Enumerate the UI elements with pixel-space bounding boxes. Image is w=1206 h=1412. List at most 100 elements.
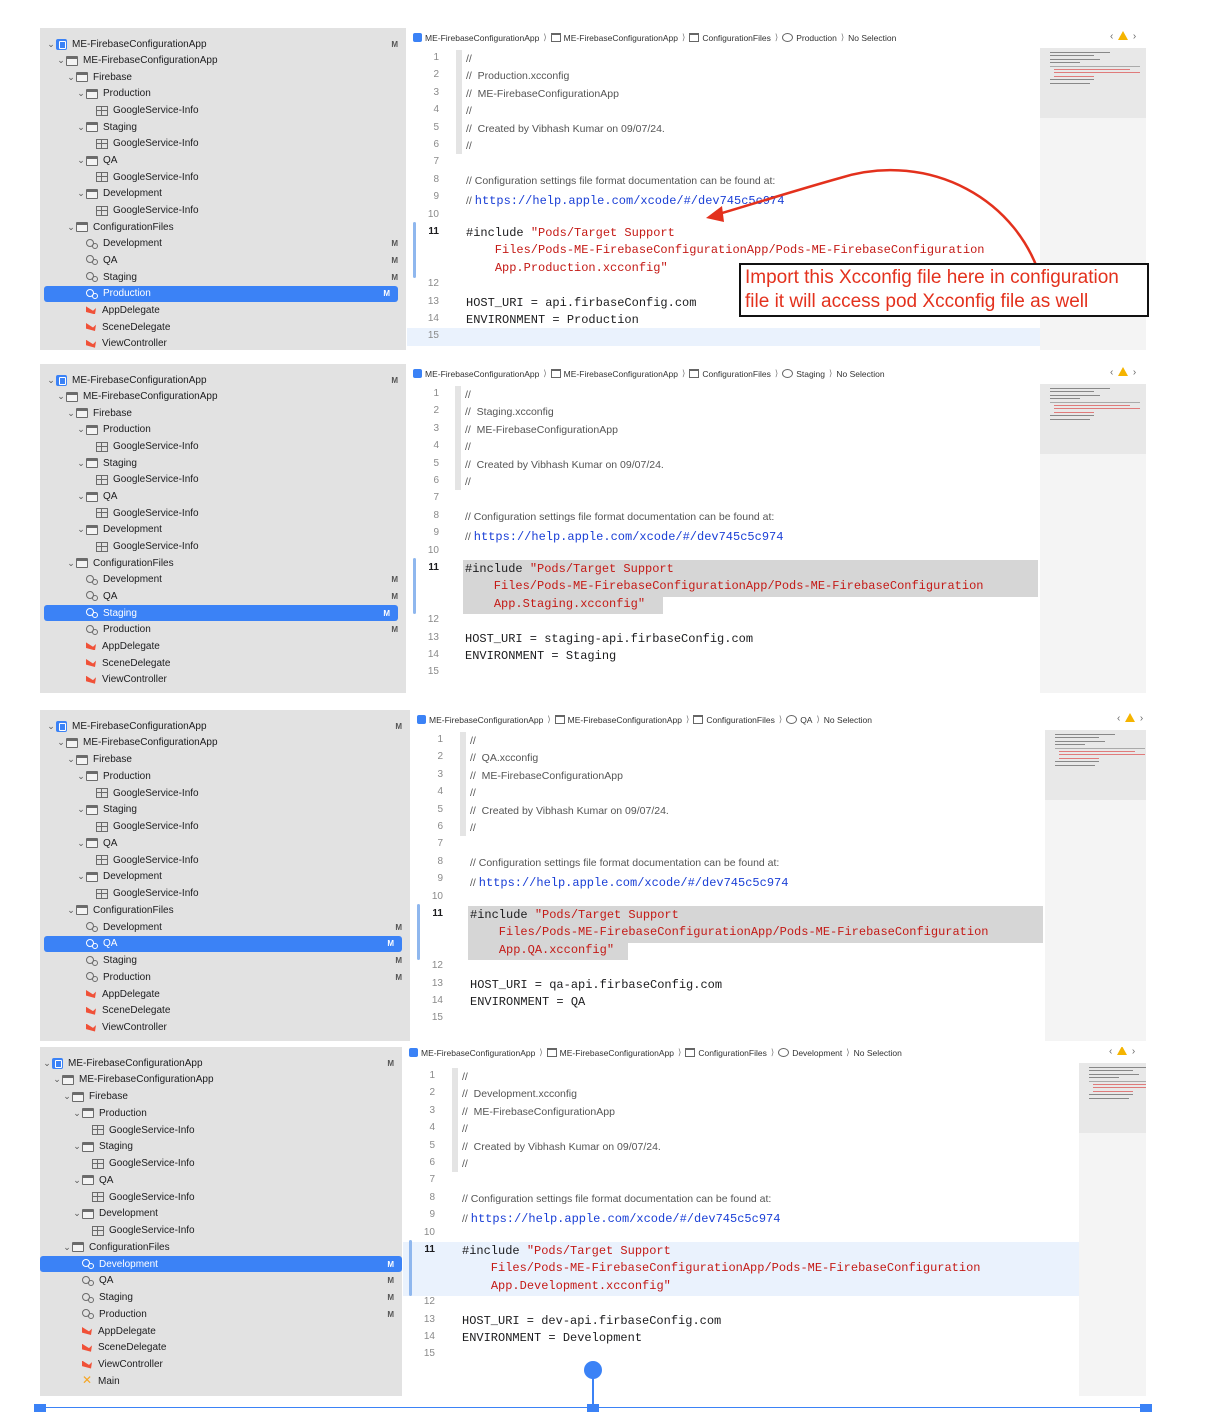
- chevron-left-icon[interactable]: ‹: [1117, 713, 1123, 724]
- nav-folder-configurationfiles[interactable]: ⌄ ConfigurationFiles: [40, 902, 410, 918]
- chevron-down-icon[interactable]: ⌄: [76, 871, 86, 882]
- chevron-down-icon[interactable]: ⌄: [76, 524, 86, 535]
- nav-file-appdelegate[interactable]: AppDelegate: [40, 986, 410, 1002]
- nav-file-googleservice-info[interactable]: GoogleService-Info: [40, 819, 410, 835]
- nav-xcconfig-qa[interactable]: QA M: [40, 252, 406, 268]
- documentation-link[interactable]: https://help.apple.com/xcode/#/dev745c5c…: [475, 194, 785, 208]
- chevron-down-icon[interactable]: ⌄: [46, 375, 56, 386]
- nav-file-googleservice-info[interactable]: GoogleService-Info: [40, 505, 406, 521]
- chevron-right-icon[interactable]: ›: [1130, 31, 1136, 42]
- nav-file-scenedelegate[interactable]: SceneDelegate: [40, 1003, 410, 1019]
- nav-file-googleservice-info[interactable]: GoogleService-Info: [40, 136, 406, 152]
- nav-folder-qa[interactable]: ⌄ QA: [40, 835, 410, 851]
- chevron-right-icon[interactable]: ›: [1130, 367, 1136, 378]
- nav-file-googleservice-info[interactable]: GoogleService-Info: [40, 169, 406, 185]
- nav-file-googleservice-info[interactable]: GoogleService-Info: [40, 539, 406, 555]
- nav-folder-configurationfiles[interactable]: ⌄ ConfigurationFiles: [40, 219, 406, 235]
- nav-group-app[interactable]: ⌄ ME-FirebaseConfigurationApp: [40, 735, 410, 751]
- documentation-link[interactable]: https://help.apple.com/xcode/#/dev745c5c…: [474, 530, 784, 544]
- chevron-left-icon[interactable]: ‹: [1109, 1047, 1115, 1057]
- nav-xcconfig-staging[interactable]: Staging M: [40, 1290, 402, 1306]
- warning-icon[interactable]: [1117, 1047, 1128, 1055]
- chevron-down-icon[interactable]: ⌄: [76, 155, 86, 166]
- nav-file-viewcontroller[interactable]: ViewController: [40, 1020, 410, 1036]
- chevron-down-icon[interactable]: ⌄: [62, 1242, 72, 1253]
- nav-folder-staging[interactable]: ⌄ Staging: [40, 1139, 402, 1155]
- nav-folder-staging[interactable]: ⌄ Staging: [40, 802, 410, 818]
- nav-xcconfig-qa[interactable]: QA M: [44, 935, 402, 952]
- nav-file-viewcontroller[interactable]: ViewController: [40, 1357, 402, 1373]
- chevron-down-icon[interactable]: ⌄: [76, 424, 86, 435]
- nav-file-viewcontroller[interactable]: ViewController: [40, 672, 406, 688]
- chevron-down-icon[interactable]: ⌄: [76, 804, 86, 815]
- nav-file-googleservice-info[interactable]: GoogleService-Info: [40, 1156, 402, 1172]
- nav-file-scenedelegate[interactable]: SceneDelegate: [40, 655, 406, 671]
- nav-folder-configurationfiles[interactable]: ⌄ ConfigurationFiles: [40, 1239, 402, 1255]
- nav-project-root[interactable]: ⌄ ME-FirebaseConfigurationApp M: [40, 36, 406, 52]
- chevron-down-icon[interactable]: ⌄: [46, 39, 56, 50]
- selection-handle-right[interactable]: [1140, 1404, 1152, 1412]
- nav-xcconfig-qa[interactable]: QA M: [40, 1273, 402, 1289]
- chevron-down-icon[interactable]: ⌄: [56, 391, 66, 402]
- selection-handle-left[interactable]: [34, 1404, 46, 1412]
- chevron-down-icon[interactable]: ⌄: [42, 1058, 52, 1069]
- nav-file-googleservice-info[interactable]: GoogleService-Info: [40, 103, 406, 119]
- chevron-right-icon[interactable]: ›: [1129, 1047, 1135, 1057]
- chevron-down-icon[interactable]: ⌄: [72, 1175, 82, 1186]
- nav-folder-staging[interactable]: ⌄ Staging: [40, 455, 406, 471]
- chevron-down-icon[interactable]: ⌄: [76, 122, 86, 133]
- chevron-down-icon[interactable]: ⌄: [72, 1108, 82, 1119]
- nav-project-root[interactable]: ⌄ ME-FirebaseConfigurationApp M: [40, 1055, 402, 1071]
- nav-file-googleservice-info[interactable]: GoogleService-Info: [40, 1189, 402, 1205]
- nav-group-app[interactable]: ⌄ ME-FirebaseConfigurationApp: [40, 1072, 402, 1088]
- nav-folder-development[interactable]: ⌄ Development: [40, 1206, 402, 1222]
- chevron-right-icon[interactable]: ›: [1137, 713, 1143, 724]
- chevron-down-icon[interactable]: ⌄: [76, 838, 86, 849]
- code-area[interactable]: 1 2 3 4 5 6 7 8 9 10 11 12 13 14 15//// Staging.xcconf…: [407, 364, 1038, 693]
- minimap[interactable]: [1079, 1063, 1146, 1396]
- chevron-down-icon[interactable]: ⌄: [66, 905, 76, 916]
- nav-group-app[interactable]: ⌄ ME-FirebaseConfigurationApp: [40, 53, 406, 69]
- nav-file-googleservice-info[interactable]: GoogleService-Info: [40, 785, 410, 801]
- nav-folder-staging[interactable]: ⌄ Staging: [40, 119, 406, 135]
- code-area[interactable]: 1 2 3 4 5 6 7 8 9 10 11 12 13 14 15//// Development.xc…: [403, 1047, 1079, 1396]
- nav-xcconfig-staging[interactable]: Staging M: [44, 605, 398, 622]
- nav-file-googleservice-info[interactable]: GoogleService-Info: [40, 886, 410, 902]
- rotate-handle[interactable]: [584, 1361, 602, 1379]
- nav-folder-development[interactable]: ⌄ Development: [40, 186, 406, 202]
- nav-xcconfig-qa[interactable]: QA M: [40, 588, 406, 604]
- chevron-down-icon[interactable]: ⌄: [66, 408, 76, 419]
- nav-file-scenedelegate[interactable]: SceneDelegate: [40, 1340, 402, 1356]
- nav-file-googleservice-info[interactable]: GoogleService-Info: [40, 1223, 402, 1239]
- code-area[interactable]: 1 2 3 4 5 6 7 8 9 10 11 12 13 14 15//// QA.xcconfig// …: [411, 710, 1043, 1041]
- nav-xcconfig-production[interactable]: Production M: [44, 285, 398, 302]
- nav-folder-configurationfiles[interactable]: ⌄ ConfigurationFiles: [40, 555, 406, 571]
- nav-folder-qa[interactable]: ⌄ QA: [40, 153, 406, 169]
- chevron-down-icon[interactable]: ⌄: [76, 491, 86, 502]
- nav-folder-qa[interactable]: ⌄ QA: [40, 489, 406, 505]
- nav-xcconfig-development[interactable]: Development M: [40, 572, 406, 588]
- nav-xcconfig-development[interactable]: Development M: [40, 236, 406, 252]
- chevron-down-icon[interactable]: ⌄: [56, 737, 66, 748]
- chevron-down-icon[interactable]: ⌄: [62, 1091, 72, 1102]
- nav-xcconfig-production[interactable]: Production M: [40, 1306, 402, 1322]
- warning-icon[interactable]: [1118, 367, 1129, 376]
- nav-file-viewcontroller[interactable]: ViewController: [40, 336, 406, 350]
- nav-project-root[interactable]: ⌄ ME-FirebaseConfigurationApp M: [40, 372, 406, 388]
- nav-group-app[interactable]: ⌄ ME-FirebaseConfigurationApp: [40, 389, 406, 405]
- nav-file-scenedelegate[interactable]: SceneDelegate: [40, 319, 406, 335]
- nav-file-googleservice-info[interactable]: GoogleService-Info: [40, 439, 406, 455]
- nav-file-googleservice-info[interactable]: GoogleService-Info: [40, 472, 406, 488]
- nav-folder-production[interactable]: ⌄ Production: [40, 1105, 402, 1121]
- nav-folder-qa[interactable]: ⌄ QA: [40, 1172, 402, 1188]
- nav-folder-development[interactable]: ⌄ Development: [40, 522, 406, 538]
- nav-folder-firebase[interactable]: ⌄ Firebase: [40, 1089, 402, 1105]
- nav-folder-production[interactable]: ⌄ Production: [40, 86, 406, 102]
- chevron-down-icon[interactable]: ⌄: [66, 754, 76, 765]
- nav-xcconfig-production[interactable]: Production M: [40, 969, 410, 985]
- chevron-down-icon[interactable]: ⌄: [76, 771, 86, 782]
- chevron-left-icon[interactable]: ‹: [1110, 31, 1116, 42]
- nav-folder-development[interactable]: ⌄ Development: [40, 869, 410, 885]
- nav-xcconfig-development[interactable]: Development M: [40, 919, 410, 935]
- chevron-down-icon[interactable]: ⌄: [66, 558, 76, 569]
